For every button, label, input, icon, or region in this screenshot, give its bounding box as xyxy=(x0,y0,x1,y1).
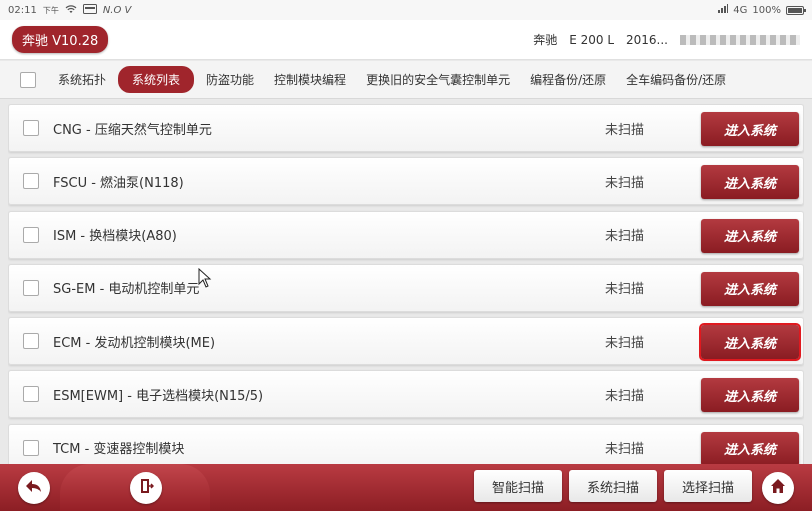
row-checkbox[interactable] xyxy=(23,120,39,136)
wifi-icon xyxy=(65,4,77,17)
exit-door-icon xyxy=(138,478,155,498)
table-row: SG-EM - 电动机控制单元 未扫描 进入系统 xyxy=(8,263,804,312)
function-tabs: 系统拓扑 系统列表 防盗功能 控制模块编程 更换旧的安全气囊控制单元 编程备份/… xyxy=(0,61,812,99)
enter-system-button[interactable]: 进入系统 xyxy=(701,165,799,200)
system-status: 未扫描 xyxy=(605,335,645,351)
home-icon xyxy=(770,478,786,498)
back-arrow-icon xyxy=(25,478,43,498)
tab-programming-backup[interactable]: 编程备份/还原 xyxy=(522,66,614,93)
system-name: ESM[EWM] - 电子选档模块(N15/5) xyxy=(53,388,264,404)
enter-system-button[interactable]: 进入系统 xyxy=(699,323,801,362)
system-name: ISM - 换档模块(A80) xyxy=(53,229,177,245)
tab-airbag-replace[interactable]: 更换旧的安全气囊控制单元 xyxy=(358,66,518,93)
system-name: ECM - 发动机控制模块(ME) xyxy=(53,335,216,351)
row-checkbox[interactable] xyxy=(23,386,39,403)
table-row: ECM - 发动机控制模块(ME) 未扫描 进入系统 xyxy=(8,317,804,366)
system-status: 未扫描 xyxy=(605,282,645,298)
battery-icon xyxy=(786,5,806,15)
home-button[interactable] xyxy=(762,472,794,504)
app-header: 奔驰 V10.28 奔驰 E 200 L 2016... xyxy=(0,20,812,60)
table-row: ISM - 换档模块(A80) 未扫描 进入系统 xyxy=(8,210,804,259)
system-status: 未扫描 xyxy=(605,388,645,404)
system-status: 未扫描 xyxy=(605,442,645,458)
brand-version-badge[interactable]: 奔驰 V10.28 xyxy=(12,26,109,53)
tab-system-list[interactable]: 系统列表 xyxy=(118,66,195,93)
exit-button[interactable] xyxy=(130,472,162,504)
vin-redacted xyxy=(680,34,800,45)
status-network: 4G xyxy=(733,4,748,16)
system-name: SG-EM - 电动机控制单元 xyxy=(53,282,200,298)
vehicle-model: E 200 L xyxy=(569,32,615,47)
system-name: TCM - 变速器控制模块 xyxy=(53,442,185,458)
system-name: CNG - 压缩天然气控制单元 xyxy=(53,122,212,138)
row-checkbox[interactable] xyxy=(23,439,39,456)
vehicle-make: 奔驰 xyxy=(533,33,558,47)
tab-anti-theft[interactable]: 防盗功能 xyxy=(198,66,262,93)
row-checkbox[interactable] xyxy=(23,226,39,243)
table-row: CNG - 压缩天然气控制单元 未扫描 进入系统 xyxy=(8,104,804,152)
enter-system-button[interactable]: 进入系统 xyxy=(701,112,799,146)
enter-system-button[interactable]: 进入系统 xyxy=(701,271,799,306)
vehicle-info: 奔驰 E 200 L 2016... xyxy=(533,31,800,48)
row-checkbox[interactable] xyxy=(23,333,39,350)
signal-icon xyxy=(718,4,729,16)
status-battery-text: 100% xyxy=(752,4,781,16)
select-all-checkbox[interactable] xyxy=(20,71,36,88)
status-extra: N.O V xyxy=(102,4,132,16)
enter-system-button[interactable]: 进入系统 xyxy=(701,431,799,464)
system-list[interactable]: CNG - 压缩天然气控制单元 未扫描 进入系统 FSCU - 燃油泵(N118… xyxy=(8,104,804,464)
system-name: FSCU - 燃油泵(N118) xyxy=(53,175,184,191)
table-row: FSCU - 燃油泵(N118) 未扫描 进入系统 xyxy=(8,157,804,206)
tab-system-topology[interactable]: 系统拓扑 xyxy=(50,66,114,93)
smart-scan-button[interactable]: 智能扫描 xyxy=(474,470,562,502)
card-icon xyxy=(82,3,97,17)
vehicle-year: 2016... xyxy=(626,32,668,47)
enter-system-button[interactable]: 进入系统 xyxy=(701,218,799,253)
status-ampm: 下午 xyxy=(42,5,59,15)
enter-system-button[interactable]: 进入系统 xyxy=(701,378,799,413)
status-time: 02:11 xyxy=(8,4,37,16)
row-checkbox[interactable] xyxy=(23,173,39,190)
row-checkbox[interactable] xyxy=(23,279,39,296)
table-row: ESM[EWM] - 电子选档模块(N15/5) 未扫描 进入系统 xyxy=(8,370,804,419)
tab-module-programming[interactable]: 控制模块编程 xyxy=(266,66,354,93)
select-scan-button[interactable]: 选择扫描 xyxy=(664,470,752,502)
table-row: TCM - 变速器控制模块 未扫描 进入系统 xyxy=(8,423,804,464)
back-button[interactable] xyxy=(18,472,50,504)
status-bar: 02:11 下午 N.O V 4G 100% xyxy=(0,0,812,20)
system-scan-button[interactable]: 系统扫描 xyxy=(569,470,657,502)
system-status: 未扫描 xyxy=(605,229,645,245)
system-status: 未扫描 xyxy=(605,122,645,138)
system-status: 未扫描 xyxy=(605,175,645,191)
tab-coding-backup[interactable]: 全车编码备份/还原 xyxy=(618,66,734,93)
